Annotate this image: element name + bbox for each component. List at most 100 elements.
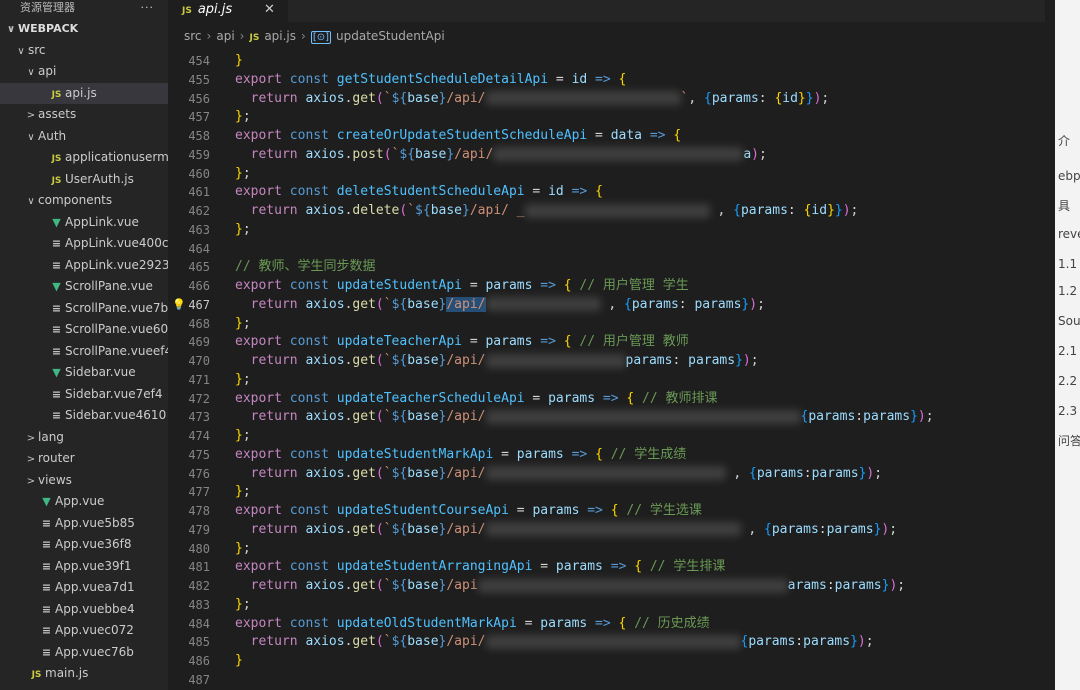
code-token: : <box>818 521 827 537</box>
file-tree: ∨ WEBPACK ∨ src ∨ api JS api.js > assets ∨ Auth JS ap… <box>0 18 168 685</box>
tree-file[interactable]: ≡ScrollPane.vueef47 <box>0 341 168 363</box>
tree-folder[interactable]: ∨ src <box>0 40 168 62</box>
code-line: 466 export const updateStudentApi = param… <box>168 277 1055 296</box>
tree-folder[interactable]: > lang <box>0 427 168 449</box>
vertical-scrollbar[interactable] <box>1045 0 1055 690</box>
code-token: deleteStudentScheduleApi <box>336 184 525 200</box>
close-tab-icon[interactable]: ✕ <box>264 0 275 20</box>
tree-file[interactable]: JS main.js <box>0 663 168 685</box>
code-token: export <box>235 446 290 462</box>
code-text: export const updateStudentCourseApi = pa… <box>235 502 702 521</box>
code-token: params <box>808 409 856 425</box>
code-line: 461 export const deleteStudentScheduleApi… <box>168 183 1055 202</box>
tree-file[interactable]: ≡ScrollPane.vue6036 <box>0 319 168 341</box>
code-token: return <box>235 296 306 312</box>
code-token: ; <box>897 578 906 593</box>
tree-file[interactable]: ≡ App.vuebbe4 <box>0 599 168 621</box>
code-token: get <box>352 465 376 481</box>
redacted-text <box>485 409 801 424</box>
breadcrumb-src[interactable]: src <box>184 29 202 43</box>
tree-file[interactable]: ≡ App.vue39f1 <box>0 556 168 578</box>
tree-item-label: AppLink.vue <box>65 214 139 229</box>
code-line: 485 return axios.get(`${base}/api/{param… <box>168 633 1055 652</box>
tree-file[interactable]: ≡ App.vuec76b <box>0 642 168 664</box>
code-token: } <box>235 53 243 68</box>
code-token: ${ <box>391 90 408 106</box>
more-actions-icon[interactable]: ··· <box>141 0 155 16</box>
code-token: } <box>910 409 918 425</box>
tree-item-label: api <box>38 64 57 78</box>
code-token: updateStudentArrangingApi <box>336 559 533 575</box>
tree-file[interactable]: ≡ App.vuea7d1 <box>0 577 168 599</box>
line-number: 454 <box>188 54 210 68</box>
code-text: }; <box>235 483 251 502</box>
tree-item-label: App.vue36f8 <box>55 537 132 551</box>
code-area[interactable]: 454} 455 export const getStudentScheduleDe… <box>168 50 1055 690</box>
tree-file[interactable]: ≡ScrollPane.vue7bba <box>0 298 168 320</box>
code-line: 463}; <box>168 221 1055 240</box>
breadcrumb-file[interactable]: api.js <box>264 29 296 43</box>
code-token: ; <box>242 315 251 331</box>
code-text: }; <box>235 371 251 390</box>
tree-folder[interactable]: > router <box>0 448 168 470</box>
code-text: }; <box>235 596 251 615</box>
tree-file[interactable]: ≡ Sidebar.vue7ef4 <box>0 384 168 406</box>
code-token: params <box>711 90 759 106</box>
tree-item-label: UserAuth.js <box>65 171 134 186</box>
tree-file[interactable]: ▼ AppLink.vue <box>0 212 168 234</box>
code-token: ` <box>383 578 392 593</box>
code-token: base <box>407 296 439 312</box>
tree-file[interactable]: ▼ ScrollPane.vue <box>0 276 168 298</box>
code-token: return <box>235 465 306 481</box>
tree-file[interactable]: ≡ App.vuec072 <box>0 620 168 642</box>
tree-folder[interactable]: ∨ Auth <box>0 126 168 148</box>
code-token: = <box>524 390 549 406</box>
code-token: get <box>352 521 376 537</box>
code-token: base <box>407 353 439 368</box>
line-number: 461 <box>188 185 210 200</box>
code-token: params <box>485 278 533 293</box>
tree-folder[interactable]: > views <box>0 470 168 492</box>
code-token: get <box>352 296 376 312</box>
chevron-down-icon: ∨ <box>27 67 35 78</box>
tree-file[interactable]: JS api.js <box>0 82 168 104</box>
tree-item-label: Sidebar.vue4610 <box>65 408 167 422</box>
tree-file[interactable]: ▼ App.vue <box>0 491 168 513</box>
code-token: getStudentScheduleDetailApi <box>336 71 549 87</box>
code-token: ( <box>375 578 384 593</box>
tree-folder[interactable]: ∨ components <box>0 190 168 212</box>
chevron-right-icon: › <box>206 29 212 43</box>
tree-folder[interactable]: ∨ api <box>0 61 168 83</box>
tree-file[interactable]: JS UserAuth.js <box>0 169 168 191</box>
breadcrumb-api[interactable]: api <box>216 29 234 43</box>
tree-file[interactable]: ▼ Sidebar.vue <box>0 362 168 384</box>
code-token: base <box>407 521 439 537</box>
right-panel-item: 1.2 <box>1058 284 1078 298</box>
code-token: params <box>826 521 874 537</box>
tree-item-label: views <box>38 472 72 487</box>
code-token: updateStudentMarkApi <box>336 446 494 462</box>
code-token: : <box>758 90 775 106</box>
tree-file[interactable]: ≡ Sidebar.vue4610 <box>0 405 168 427</box>
tree-file[interactable]: ≡ AppLink.vue400c <box>0 233 168 255</box>
code-token: const <box>289 615 337 631</box>
code-token: axios <box>305 353 345 368</box>
code-token: : <box>803 465 812 481</box>
tree-folder[interactable]: > assets <box>0 104 168 126</box>
generic-file-icon: ≡ <box>51 237 62 250</box>
tree-file[interactable]: ≡ AppLink.vue2923 <box>0 255 168 277</box>
tree-folder[interactable]: ∨ WEBPACK <box>0 18 168 40</box>
code-token: params <box>756 465 804 481</box>
tree-file[interactable]: JSapplicationuserma... <box>0 147 168 169</box>
tree-file[interactable]: ≡ App.vue36f8 <box>0 534 168 556</box>
right-panel-item: 2.1 <box>1058 344 1078 358</box>
tree-item-label: App.vuebbe4 <box>55 601 135 616</box>
tab-api-js[interactable]: JS api.js ✕ <box>168 0 288 22</box>
lightbulb-icon[interactable]: 💡 <box>172 296 186 315</box>
tree-item-label: src <box>28 42 46 57</box>
code-text: return axios.get(`${base}/api/params: pa… <box>235 352 759 371</box>
code-text: export const updateTeacherApi = params =… <box>235 333 689 352</box>
line-number: 472 <box>188 391 210 406</box>
breadcrumb-symbol[interactable]: updateStudentApi <box>336 29 445 43</box>
tree-file[interactable]: ≡ App.vue5b85 <box>0 513 168 535</box>
